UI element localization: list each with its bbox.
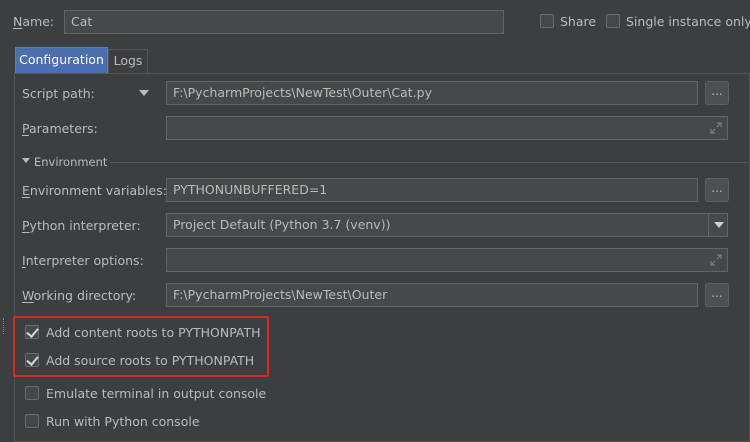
add-content-roots-label: Add content roots to PYTHONPATH bbox=[46, 325, 261, 340]
env-vars-label: Environment variables: bbox=[22, 183, 167, 198]
expand-icon[interactable] bbox=[710, 122, 722, 134]
env-vars-input[interactable]: PYTHONUNBUFFERED=1 bbox=[166, 178, 698, 202]
add-content-roots-checkbox[interactable] bbox=[25, 325, 39, 339]
single-instance-checkbox[interactable] bbox=[606, 14, 620, 28]
name-input[interactable]: Cat bbox=[64, 10, 504, 34]
emulate-terminal-label: Emulate terminal in output console bbox=[46, 386, 267, 401]
environment-section-label: Environment bbox=[34, 155, 108, 169]
tab-configuration[interactable]: Configuration bbox=[15, 47, 108, 73]
tab-logs[interactable]: Logs bbox=[108, 49, 148, 73]
add-source-roots-label: Add source roots to PYTHONPATH bbox=[46, 353, 255, 368]
parameters-input[interactable] bbox=[166, 116, 728, 140]
interpreter-options-label: Interpreter options: bbox=[22, 253, 144, 268]
share-checkbox[interactable] bbox=[540, 14, 554, 28]
python-interpreter-label: Python interpreter: bbox=[22, 218, 141, 233]
interpreter-options-input[interactable] bbox=[166, 248, 728, 272]
drag-handle[interactable] bbox=[3, 318, 5, 334]
name-label: Name: bbox=[13, 14, 55, 29]
add-source-roots-checkbox[interactable] bbox=[25, 353, 39, 367]
chevron-down-icon bbox=[714, 222, 724, 228]
run-with-python-console-checkbox[interactable] bbox=[25, 414, 39, 428]
run-with-python-console-label: Run with Python console bbox=[46, 414, 200, 429]
share-label: Share bbox=[560, 14, 597, 29]
interpreter-dropdown-button[interactable] bbox=[708, 213, 728, 237]
expand-icon[interactable] bbox=[710, 254, 722, 266]
emulate-terminal-checkbox[interactable] bbox=[25, 386, 39, 400]
env-vars-browse-button[interactable]: ... bbox=[705, 178, 729, 202]
working-directory-input[interactable]: F:\PycharmProjects\NewTest\Outer bbox=[166, 283, 698, 307]
script-path-browse-button[interactable]: ... bbox=[705, 81, 729, 105]
single-instance-label: Single instance only bbox=[626, 14, 750, 29]
collapse-environment-icon[interactable] bbox=[22, 158, 30, 163]
script-type-dropdown-icon[interactable] bbox=[139, 90, 149, 96]
script-path-label: Script path: bbox=[22, 86, 95, 101]
working-directory-label: Working directory: bbox=[22, 288, 137, 303]
parameters-label: Parameters: bbox=[22, 121, 98, 136]
script-path-input[interactable]: F:\PycharmProjects\NewTest\Outer\Cat.py bbox=[166, 81, 698, 105]
python-interpreter-select[interactable]: Project Default (Python 3.7 (venv)) bbox=[166, 213, 728, 237]
environment-divider bbox=[110, 162, 748, 163]
working-directory-browse-button[interactable]: ... bbox=[705, 283, 729, 307]
